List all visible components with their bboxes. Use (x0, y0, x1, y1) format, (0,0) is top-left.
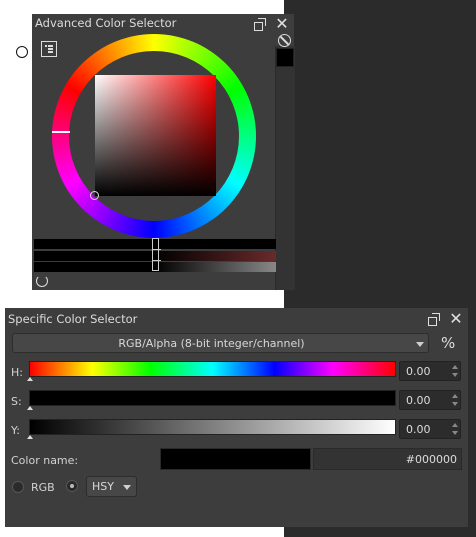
rgb-mode-label: RGB (31, 481, 55, 494)
percent-toggle-button[interactable]: % (441, 334, 455, 352)
shade-selector[interactable] (34, 238, 276, 272)
close-icon[interactable]: ✕ (275, 16, 289, 32)
spin-up-icon[interactable] (452, 423, 458, 427)
luma-spinbox[interactable]: 0.00 (399, 419, 461, 439)
hsx-model-label: HSY (92, 480, 114, 493)
color-name-label: Color name: (11, 454, 79, 467)
slider-handle[interactable] (27, 435, 33, 439)
spin-down-icon[interactable] (452, 402, 458, 406)
refresh-icon[interactable] (36, 275, 48, 287)
float-panel-icon[interactable] (428, 313, 440, 326)
color-model-label: RGB/Alpha (8-bit integer/channel) (118, 337, 305, 350)
spin-up-icon[interactable] (452, 365, 458, 369)
panel-title: Advanced Color Selector (35, 16, 177, 30)
chevron-down-icon (123, 485, 131, 490)
advanced-color-selector-panel: Advanced Color Selector ✕ (32, 14, 295, 290)
color-name-swatch (160, 448, 311, 470)
luma-label: Y: (11, 424, 20, 437)
saturation-label: S: (11, 395, 22, 408)
saturation-spinbox[interactable]: 0.00 (399, 390, 461, 410)
color-history-strip (275, 46, 295, 290)
panel-title: Specific Color Selector (8, 312, 138, 326)
color-cursor[interactable] (90, 191, 99, 200)
saturation-value-square[interactable] (95, 75, 216, 196)
hex-color-input[interactable]: #000000 (313, 448, 462, 470)
luma-slider[interactable] (29, 419, 396, 435)
spin-up-icon[interactable] (452, 394, 458, 398)
chevron-down-icon (416, 342, 424, 347)
clear-history-icon[interactable] (278, 34, 291, 47)
close-icon[interactable]: ✕ (449, 311, 463, 327)
float-panel-icon[interactable] (254, 18, 266, 31)
spin-down-icon[interactable] (452, 373, 458, 377)
hsx-mode-radio[interactable] (66, 480, 78, 492)
background-region-bottom (0, 527, 284, 537)
specific-color-selector-panel: Specific Color Selector ✕ RGB/Alpha (8-b… (5, 308, 468, 527)
hue-label: H: (11, 366, 23, 379)
color-model-dropdown[interactable]: RGB/Alpha (8-bit integer/channel) (12, 333, 429, 353)
rgb-mode-radio[interactable] (12, 481, 24, 493)
circle-marker (16, 46, 28, 58)
color-wheel[interactable] (52, 34, 256, 238)
slider-handle[interactable] (27, 377, 33, 381)
hue-spinbox[interactable]: 0.00 (399, 361, 461, 381)
shade-selection-marker[interactable] (152, 238, 159, 271)
current-color-swatch[interactable] (276, 48, 294, 67)
spin-down-icon[interactable] (452, 431, 458, 435)
hsx-model-dropdown[interactable]: HSY (86, 476, 137, 497)
hue-slider[interactable] (29, 361, 396, 377)
hue-indicator[interactable] (52, 131, 70, 133)
saturation-slider[interactable] (29, 390, 396, 406)
slider-handle[interactable] (27, 406, 33, 410)
